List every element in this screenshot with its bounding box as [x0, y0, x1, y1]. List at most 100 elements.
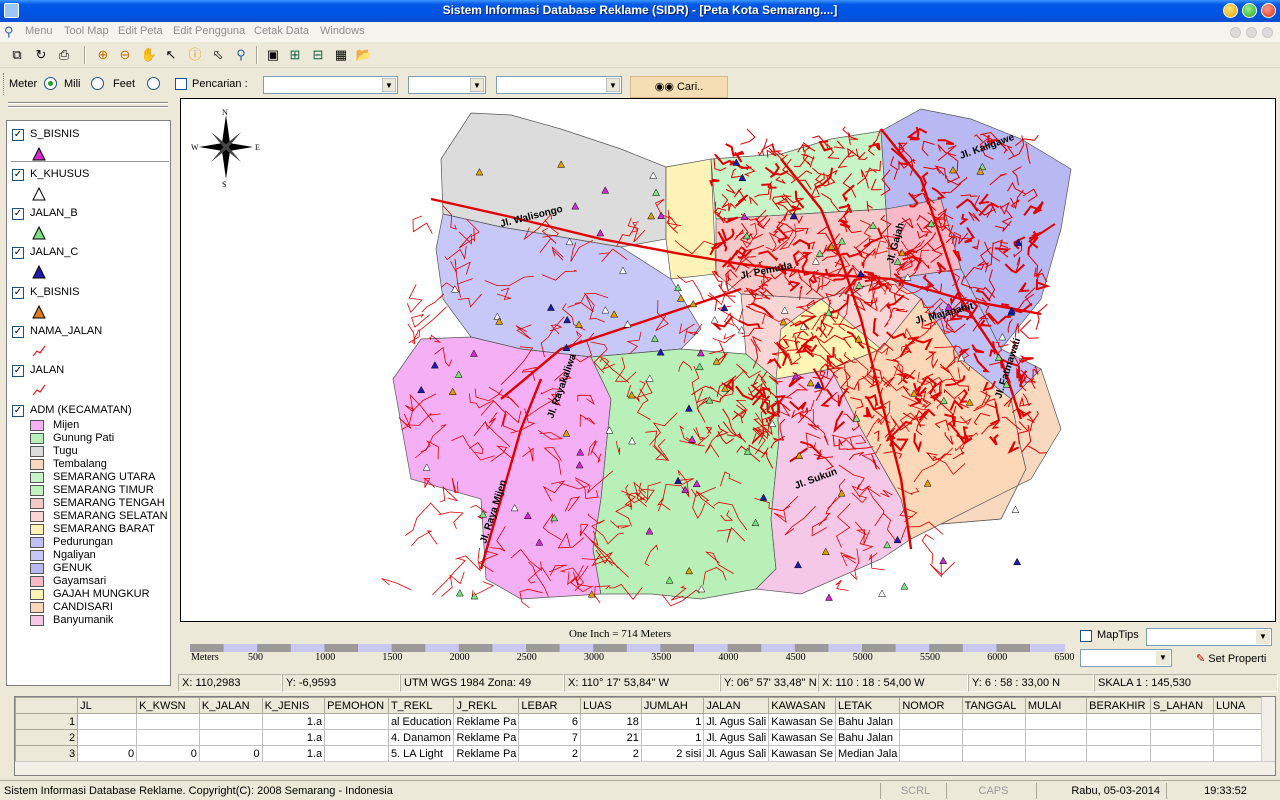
- table-cell[interactable]: [324, 745, 389, 762]
- table-cell[interactable]: 2 sisi: [640, 745, 705, 762]
- column-header[interactable]: LUAS: [580, 697, 642, 714]
- zoom-window-icon[interactable]: ⊞: [286, 46, 304, 64]
- table-cell[interactable]: [136, 729, 200, 746]
- table-cell[interactable]: [1149, 729, 1214, 746]
- table-cell[interactable]: [1024, 713, 1088, 730]
- vertical-scrollbar[interactable]: [1261, 697, 1275, 761]
- table-cell[interactable]: [324, 713, 389, 730]
- menu-edit-pengguna[interactable]: Edit Pengguna: [173, 25, 245, 37]
- column-header[interactable]: KAWASAN: [768, 697, 836, 714]
- column-header[interactable]: PEMOHON: [324, 697, 389, 714]
- select-arrow-icon[interactable]: ↖: [162, 46, 180, 64]
- data-table[interactable]: JL K_KWSN K_JALAN K_JENIS PEMOHON T_REKL J_REK…: [15, 697, 1275, 762]
- redo-icon[interactable]: ↻: [32, 46, 50, 64]
- set-properti-button[interactable]: ✎ Set Properti: [1196, 652, 1266, 665]
- table-cell[interactable]: [198, 713, 263, 730]
- table-cell[interactable]: 7: [518, 729, 582, 746]
- column-header[interactable]: K_JALAN: [198, 697, 263, 714]
- info-icon[interactable]: ⓘ: [186, 46, 204, 64]
- table-cell[interactable]: [324, 729, 389, 746]
- menu-cetak-data[interactable]: Cetak Data: [254, 25, 309, 37]
- table-cell[interactable]: [136, 713, 200, 730]
- column-header[interactable]: S_LAHAN: [1149, 697, 1214, 714]
- pencarian-checkbox[interactable]: [175, 78, 187, 90]
- column-header[interactable]: LETAK: [834, 697, 901, 714]
- table-cell[interactable]: Reklame Pa: [453, 713, 520, 730]
- reklame-marker[interactable]: [825, 593, 833, 601]
- menu-tool-map[interactable]: Tool Map: [64, 25, 109, 37]
- mdi-close-button[interactable]: [1262, 27, 1273, 38]
- reklame-marker[interactable]: [1011, 505, 1020, 513]
- layer-visible-checkbox[interactable]: ✓: [12, 208, 24, 220]
- table-cell[interactable]: al Education: [387, 713, 455, 730]
- chevron-down-icon[interactable]: ▼: [470, 78, 484, 92]
- close-button[interactable]: [1261, 3, 1276, 18]
- table-cell[interactable]: 5. LA Light: [387, 745, 455, 762]
- row-number[interactable]: 3: [15, 745, 79, 762]
- row-number[interactable]: 1: [15, 713, 79, 730]
- table-cell[interactable]: [1024, 729, 1088, 746]
- table-cell[interactable]: 6: [518, 713, 582, 730]
- layer-visible-checkbox[interactable]: ✓: [12, 326, 24, 338]
- full-extent-icon[interactable]: ▣: [264, 46, 282, 64]
- chevron-down-icon[interactable]: ▼: [1256, 630, 1270, 644]
- table-cell[interactable]: [1149, 713, 1214, 730]
- find-icon[interactable]: ⚲: [232, 46, 250, 64]
- table-cell[interactable]: [1149, 745, 1214, 762]
- column-header[interactable]: LEBAR: [518, 697, 582, 714]
- menu-edit-peta[interactable]: Edit Peta: [118, 25, 163, 37]
- maptips-checkbox[interactable]: [1080, 630, 1092, 642]
- table-cell[interactable]: Median Jala: [834, 745, 901, 762]
- table-cell[interactable]: 1: [640, 729, 705, 746]
- column-header[interactable]: JUMLAH: [640, 697, 705, 714]
- search-field-select[interactable]: ▼: [263, 76, 398, 94]
- table-cell[interactable]: [961, 713, 1026, 730]
- table-cell[interactable]: [961, 745, 1026, 762]
- reklame-marker[interactable]: [710, 316, 719, 324]
- table-cell[interactable]: Reklame Pa: [453, 745, 520, 762]
- table-cell[interactable]: [77, 713, 138, 730]
- table-cell[interactable]: Bahu Jalan: [834, 713, 901, 730]
- copy-icon[interactable]: ⧉: [8, 46, 26, 64]
- chevron-down-icon[interactable]: ▼: [1156, 651, 1170, 665]
- table-row[interactable]: 3 0 0 0 1.a 5. LA Light Reklame Pa 2 2 2 sisi Jl. …: [15, 745, 1275, 762]
- reklame-marker[interactable]: [878, 589, 886, 597]
- search-operator-select[interactable]: ▼: [408, 76, 486, 94]
- pan-icon[interactable]: ✋: [140, 46, 158, 64]
- column-header[interactable]: NOMOR: [899, 697, 963, 714]
- column-header[interactable]: J_REKL: [453, 697, 520, 714]
- table-cell[interactable]: 4. Danamon: [387, 729, 455, 746]
- table-row[interactable]: 2 1.a 4. Danamon Reklame Pa 7 21 1 Jl. Agus Sal…: [15, 729, 1275, 746]
- menu-menu[interactable]: Menu: [25, 25, 53, 37]
- table-cell[interactable]: [899, 713, 963, 730]
- table-cell[interactable]: [1086, 745, 1151, 762]
- table-cell[interactable]: 21: [580, 729, 642, 746]
- document-icon[interactable]: ⚲: [4, 25, 18, 39]
- table-cell[interactable]: 2: [580, 745, 642, 762]
- table-cell[interactable]: Kawasan Se: [768, 729, 836, 746]
- zoom-prev-icon[interactable]: ⊟: [309, 46, 327, 64]
- menu-windows[interactable]: Windows: [320, 25, 365, 37]
- table-cell[interactable]: Jl. Agus Sali: [703, 745, 770, 762]
- column-header[interactable]: K_JENIS: [261, 697, 326, 714]
- horizontal-scrollbar[interactable]: [15, 761, 1275, 775]
- table-cell[interactable]: [899, 745, 963, 762]
- layer-icon[interactable]: ▦: [332, 46, 350, 64]
- table-cell[interactable]: [961, 729, 1026, 746]
- table-row[interactable]: 1 1.a al Education Reklame Pa 6 18 1 Jl. Agus S…: [15, 713, 1275, 730]
- table-cell[interactable]: 0: [198, 745, 263, 762]
- table-cell[interactable]: [1024, 745, 1088, 762]
- reklame-marker[interactable]: [1013, 557, 1022, 566]
- table-cell[interactable]: 1.a: [261, 713, 326, 730]
- layer-visible-checkbox[interactable]: ✓: [12, 129, 24, 141]
- maptips-field-select[interactable]: ▼: [1146, 628, 1272, 646]
- feet-radio[interactable]: [91, 77, 104, 90]
- search-value-select[interactable]: ▼: [496, 76, 622, 94]
- table-cell[interactable]: Kawasan Se: [768, 745, 836, 762]
- map-view[interactable]: N S W E Jl. Walisongo Jl. Pemuda Jl. Maj…: [180, 98, 1276, 622]
- print-icon[interactable]: ⎙: [55, 46, 73, 64]
- table-cell[interactable]: [1086, 729, 1151, 746]
- layer-visible-checkbox[interactable]: ✓: [12, 169, 24, 181]
- district-semarang-barat[interactable]: [665, 158, 717, 280]
- mdi-restore-button[interactable]: [1246, 27, 1257, 38]
